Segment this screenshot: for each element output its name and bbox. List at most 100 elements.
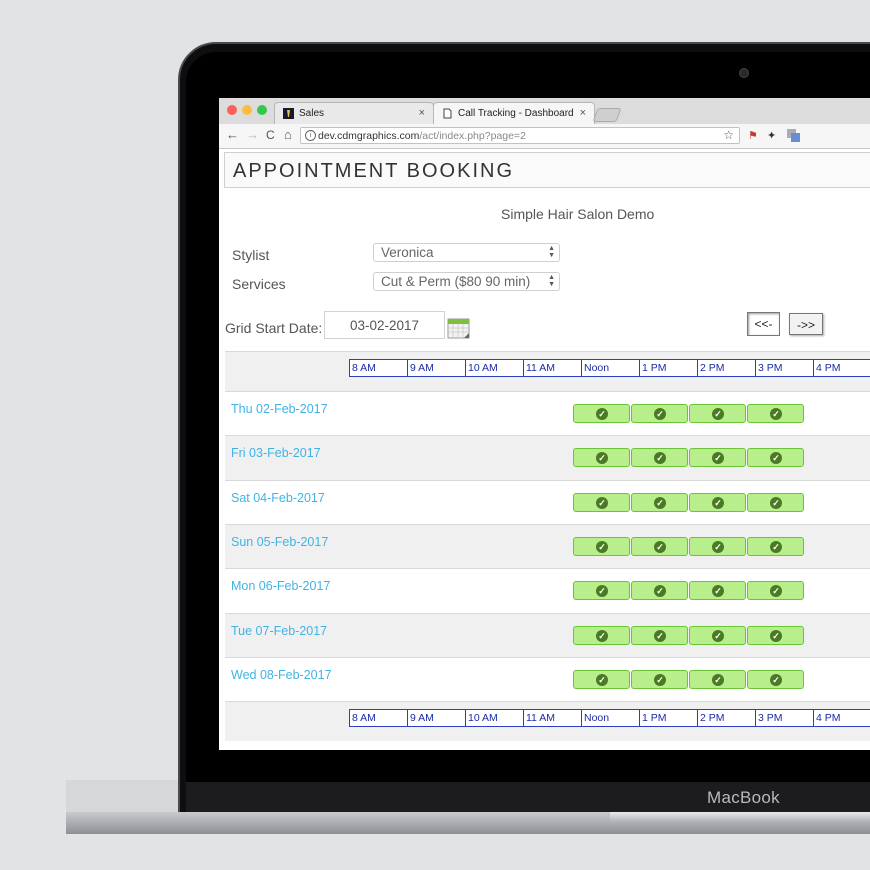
hour-label: 11 AM — [523, 710, 581, 727]
tab-sales-close-icon[interactable]: × — [419, 107, 425, 119]
day-link[interactable]: Fri 03-Feb-2017 — [231, 446, 321, 460]
stylist-select-value: Veronica — [381, 245, 434, 260]
previous-week-button[interactable]: <<- — [747, 312, 780, 336]
checkmark-icon: ✓ — [712, 585, 724, 598]
url-host: dev.cdmgraphics.com — [318, 130, 420, 142]
available-slot-button[interactable]: ✓ — [631, 625, 688, 645]
available-slot-button[interactable]: ✓ — [747, 536, 804, 556]
checkmark-icon: ✓ — [596, 496, 608, 509]
services-label: Services — [232, 276, 286, 292]
day-row: Mon 06-Feb-2017 ✓ ✓ ✓ ✓ — [225, 568, 870, 612]
checkmark-icon: ✓ — [654, 408, 666, 420]
checkmark-icon: ✓ — [712, 673, 724, 686]
available-slot-button[interactable]: ✓ — [689, 404, 746, 423]
hour-label: 9 AM — [407, 360, 465, 376]
hour-label: 4 PM — [813, 710, 870, 727]
available-slot-button[interactable]: ✓ — [689, 492, 746, 512]
available-slot-button[interactable]: ✓ — [573, 536, 630, 556]
grid-start-date-input[interactable]: 03-02-2017 — [324, 311, 445, 339]
day-link[interactable]: Mon 06-Feb-2017 — [231, 579, 330, 593]
browser-window: Sales × Call Tracking - Dashboard × ← → … — [219, 98, 870, 750]
checkmark-icon: ✓ — [770, 629, 782, 642]
reload-icon[interactable]: C — [266, 128, 275, 142]
available-slot-button[interactable]: ✓ — [747, 581, 804, 601]
checkmark-icon: ✓ — [770, 452, 782, 465]
available-slot-button[interactable]: ✓ — [747, 669, 804, 689]
available-slot-button[interactable]: ✓ — [631, 669, 688, 689]
available-slot-button[interactable]: ✓ — [689, 536, 746, 556]
available-slot-button[interactable]: ✓ — [747, 625, 804, 645]
checkmark-icon: ✓ — [596, 585, 608, 598]
services-select-value: Cut & Perm ($80 90 min) — [381, 274, 531, 289]
hour-label: 2 PM — [697, 710, 755, 727]
tab-call-tracking[interactable]: Call Tracking - Dashboard × — [433, 102, 595, 124]
extension-acrobat-icon[interactable]: ⚑ — [748, 129, 758, 142]
checkmark-icon: ✓ — [596, 629, 608, 642]
day-row: Sat 04-Feb-2017 ✓ ✓ ✓ ✓ — [225, 479, 870, 524]
checkmark-icon: ✓ — [596, 452, 608, 465]
checkmark-icon: ✓ — [770, 585, 782, 598]
tab-call-tracking-label: Call Tracking - Dashboard — [458, 108, 574, 119]
url-input[interactable]: i dev.cdmgraphics.com/act/index.php?page… — [300, 127, 740, 144]
available-slot-button[interactable]: ✓ — [573, 448, 630, 468]
available-slot-button[interactable]: ✓ — [573, 581, 630, 601]
tab-call-tracking-close-icon[interactable]: × — [580, 107, 586, 119]
hour-label: 11 AM — [523, 360, 581, 376]
hour-label: 3 PM — [755, 360, 813, 376]
checkmark-icon: ✓ — [712, 496, 724, 509]
available-slot-button[interactable]: ✓ — [573, 669, 630, 689]
hour-label: 1 PM — [639, 360, 697, 376]
available-slot-button[interactable]: ✓ — [573, 625, 630, 645]
forward-arrow-icon[interactable]: → — [246, 127, 259, 142]
laptop-base-notch — [610, 812, 870, 822]
available-slot-button[interactable]: ✓ — [747, 448, 804, 468]
calendar-icon[interactable] — [447, 316, 471, 340]
stylist-select[interactable]: Veronica ▲ ▼ — [373, 243, 560, 262]
available-slot-button[interactable]: ✓ — [689, 669, 746, 689]
tab-bar: Sales × Call Tracking - Dashboard × — [219, 98, 870, 125]
close-window-button[interactable] — [227, 105, 237, 115]
url-path: /act/index.php?page=2 — [419, 130, 526, 142]
hour-label: 10 AM — [465, 710, 523, 727]
checkmark-icon: ✓ — [770, 540, 782, 553]
available-slot-button[interactable]: ✓ — [573, 492, 630, 512]
stylist-label: Stylist — [232, 247, 270, 263]
day-row: Thu 02-Feb-2017 ✓ ✓ ✓ ✓ — [225, 391, 870, 435]
available-slot-button[interactable]: ✓ — [631, 404, 688, 423]
checkmark-icon: ✓ — [654, 585, 666, 598]
extension-translate-icon[interactable] — [786, 128, 800, 142]
checkmark-icon: ✓ — [654, 673, 666, 686]
available-slot-button[interactable]: ✓ — [747, 492, 804, 512]
extension-pin-icon[interactable]: ✦ — [767, 129, 776, 142]
back-arrow-icon[interactable]: ← — [226, 127, 239, 142]
available-slot-button[interactable]: ✓ — [631, 536, 688, 556]
available-slot-button[interactable]: ✓ — [689, 625, 746, 645]
available-slot-button[interactable]: ✓ — [573, 404, 630, 423]
checkmark-icon: ✓ — [654, 452, 666, 465]
day-link[interactable]: Thu 02-Feb-2017 — [231, 402, 328, 416]
day-link[interactable]: Tue 07-Feb-2017 — [231, 624, 327, 638]
available-slot-button[interactable]: ✓ — [689, 448, 746, 468]
available-slot-button[interactable]: ✓ — [631, 448, 688, 468]
day-link[interactable]: Sat 04-Feb-2017 — [231, 491, 325, 505]
day-link[interactable]: Wed 08-Feb-2017 — [231, 668, 332, 682]
home-icon[interactable]: ⌂ — [284, 127, 292, 142]
next-week-button[interactable]: ->> — [789, 313, 823, 335]
bookmark-star-icon[interactable]: ☆ — [723, 128, 734, 142]
tab-sales[interactable]: Sales × — [274, 102, 434, 124]
checkmark-icon: ✓ — [712, 452, 724, 465]
minimize-window-button[interactable] — [242, 105, 252, 115]
checkmark-icon: ✓ — [596, 408, 608, 420]
maximize-window-button[interactable] — [257, 105, 267, 115]
macbook-label: MacBook — [707, 788, 780, 807]
day-link[interactable]: Sun 05-Feb-2017 — [231, 535, 328, 549]
available-slot-button[interactable]: ✓ — [689, 581, 746, 601]
available-slot-button[interactable]: ✓ — [747, 404, 804, 423]
available-slot-button[interactable]: ✓ — [631, 581, 688, 601]
new-tab-button[interactable] — [592, 108, 622, 122]
checkmark-icon: ✓ — [654, 496, 666, 509]
select-arrows-icon: ▲ ▼ — [548, 274, 555, 288]
info-icon[interactable]: i — [305, 130, 316, 141]
available-slot-button[interactable]: ✓ — [631, 492, 688, 512]
services-select[interactable]: Cut & Perm ($80 90 min) ▲ ▼ — [373, 272, 560, 291]
